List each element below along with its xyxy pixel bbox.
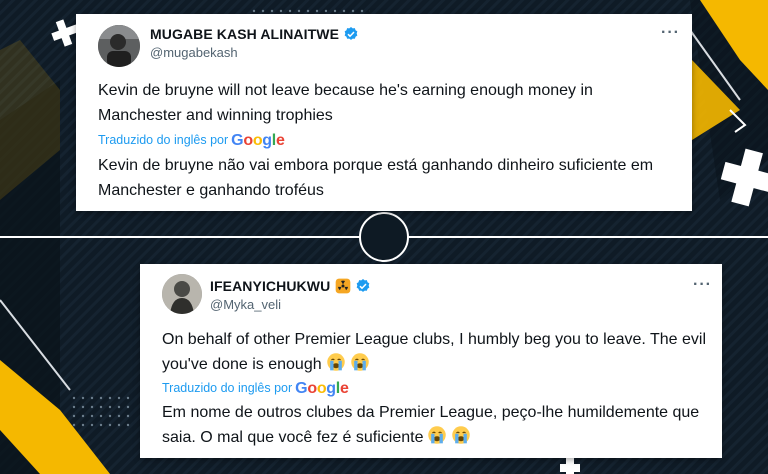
translated-by-label[interactable]: Traduzido do inglês por Google xyxy=(98,132,285,150)
crying-face-icon xyxy=(451,425,471,453)
verified-badge-icon xyxy=(355,278,371,297)
tweet-card[interactable]: MUGABE KASH ALINAITWE @mugabekash ··· Ke… xyxy=(76,14,692,211)
tweet-card[interactable]: IFEANYICHUKWU @Myka_veli ··· On behalf o… xyxy=(140,264,722,458)
translated-text: Em nome de outros clubes da Premier Leag… xyxy=(162,400,718,453)
display-name[interactable]: MUGABE KASH ALINAITWE xyxy=(150,26,359,45)
google-logo: Google xyxy=(295,380,349,397)
google-logo: Google xyxy=(231,132,285,149)
avatar[interactable] xyxy=(162,274,202,314)
avatar[interactable] xyxy=(98,25,140,67)
tweet-text: Kevin de bruyne will not leave because h… xyxy=(98,82,593,124)
user-handle[interactable]: @Myka_veli xyxy=(210,297,281,312)
more-options-icon[interactable]: ··· xyxy=(693,276,712,294)
crying-face-icon xyxy=(326,352,346,380)
avatar-image-icon xyxy=(98,25,140,67)
more-options-icon[interactable]: ··· xyxy=(661,24,680,42)
avatar-image-icon xyxy=(162,274,202,314)
crying-face-icon xyxy=(427,425,447,453)
translated-by-label[interactable]: Traduzido do inglês por Google xyxy=(162,380,349,398)
verified-badge-icon xyxy=(343,26,359,45)
translated-text: Kevin de bruyne não vai embora porque es… xyxy=(98,157,654,199)
user-handle[interactable]: @mugabekash xyxy=(150,45,238,60)
hazard-icon xyxy=(335,278,351,297)
display-name[interactable]: IFEANYICHUKWU xyxy=(210,278,371,297)
tweet-text: On behalf of other Premier League clubs,… xyxy=(162,327,714,380)
crying-face-icon xyxy=(350,352,370,380)
